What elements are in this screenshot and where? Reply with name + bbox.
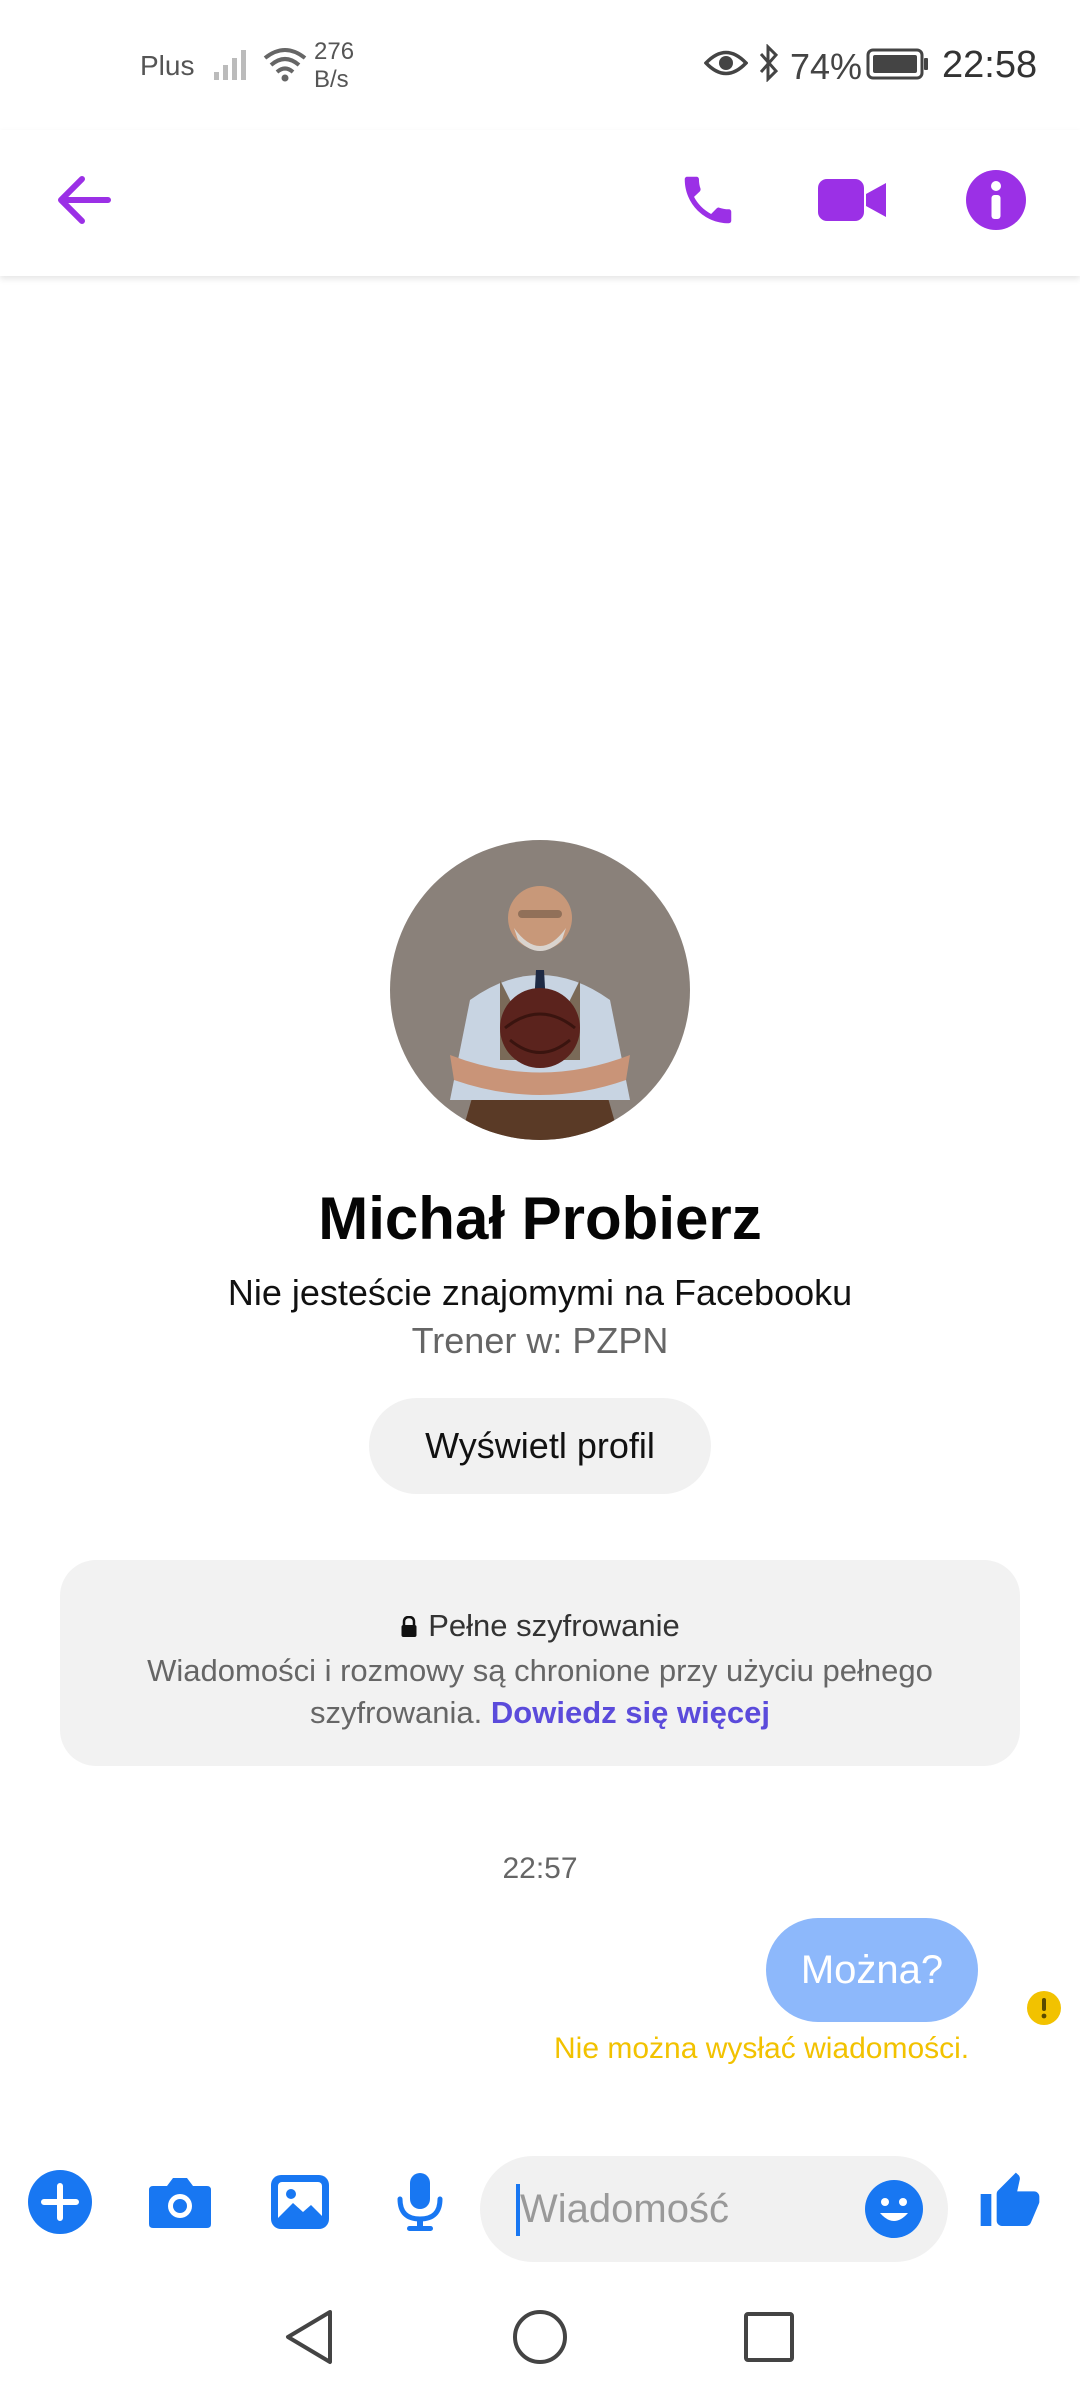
emoji-icon[interactable] — [864, 2179, 924, 2239]
network-speed-value: 276 — [314, 38, 355, 65]
video-camera-icon — [818, 179, 886, 221]
view-profile-button[interactable]: Wyświetl profil — [369, 1398, 711, 1494]
back-triangle-icon — [286, 2310, 332, 2364]
recents-square-icon — [744, 2312, 794, 2362]
plus-icon — [28, 2170, 92, 2234]
battery-percent: 74% — [790, 46, 863, 87]
outgoing-message-bubble[interactable]: Można? — [766, 1918, 978, 2022]
profile-photo — [390, 840, 690, 1140]
encryption-body: Wiadomości i rozmowy są chronione przy u… — [120, 1650, 960, 1734]
info-icon — [966, 170, 1026, 230]
gallery-icon — [271, 2175, 329, 2229]
status-bar: Plus 276 B/s 74% 22:58 — [0, 0, 1080, 130]
nav-recents-button[interactable] — [734, 2302, 804, 2372]
send-error-text: Nie można wysłać wiadomości. — [554, 2032, 970, 2065]
more-actions-button[interactable] — [24, 2166, 96, 2238]
contact-name: Michał Probierz — [318, 1185, 762, 1252]
work-info-text: Trener w: PZPN — [411, 1320, 669, 1361]
video-call-button[interactable] — [812, 160, 892, 240]
encryption-title-row: Pełne szyfrowanie — [60, 1608, 1020, 1644]
message-field[interactable] — [480, 2156, 948, 2262]
microphone-icon — [397, 2173, 443, 2231]
conversation-info-button[interactable] — [956, 160, 1036, 240]
back-arrow-icon — [58, 176, 111, 224]
profile-avatar[interactable] — [390, 840, 690, 1140]
gallery-button[interactable] — [264, 2166, 336, 2238]
message-timestamp: 22:57 — [502, 1852, 578, 1885]
thumbs-up-icon — [980, 2172, 1040, 2226]
like-button[interactable] — [974, 2166, 1046, 2238]
phone-icon — [684, 176, 732, 224]
encryption-title: Pełne szyfrowanie — [428, 1608, 680, 1643]
voice-message-button[interactable] — [384, 2166, 456, 2238]
bluetooth-icon — [759, 44, 779, 82]
warning-icon[interactable] — [1026, 1990, 1062, 2026]
battery-icon — [866, 48, 928, 80]
camera-button[interactable] — [144, 2166, 216, 2238]
nav-home-button[interactable] — [505, 2302, 575, 2372]
network-speed-unit: B/s — [314, 66, 349, 93]
carrier-label: Plus — [140, 50, 195, 81]
clock: 22:58 — [942, 44, 1038, 86]
audio-call-button[interactable] — [668, 160, 748, 240]
camera-icon — [149, 2178, 211, 2228]
wifi-icon — [263, 48, 307, 82]
home-circle-icon — [513, 2310, 567, 2364]
network-speed: 276 B/s — [314, 38, 354, 94]
back-button[interactable] — [44, 160, 124, 240]
signal-icon — [214, 50, 246, 80]
conversation-header — [0, 130, 1080, 276]
encryption-notice: Pełne szyfrowanie Wiadomości i rozmowy s… — [60, 1560, 1020, 1766]
friend-status-text: Nie jesteście znajomymi na Facebooku — [227, 1272, 853, 1313]
message-input[interactable] — [520, 2156, 850, 2262]
eye-icon — [704, 50, 748, 76]
learn-more-link[interactable]: Dowiedz się więcej — [491, 1695, 770, 1730]
lock-icon — [401, 1615, 417, 1637]
nav-back-button[interactable] — [274, 2302, 344, 2372]
